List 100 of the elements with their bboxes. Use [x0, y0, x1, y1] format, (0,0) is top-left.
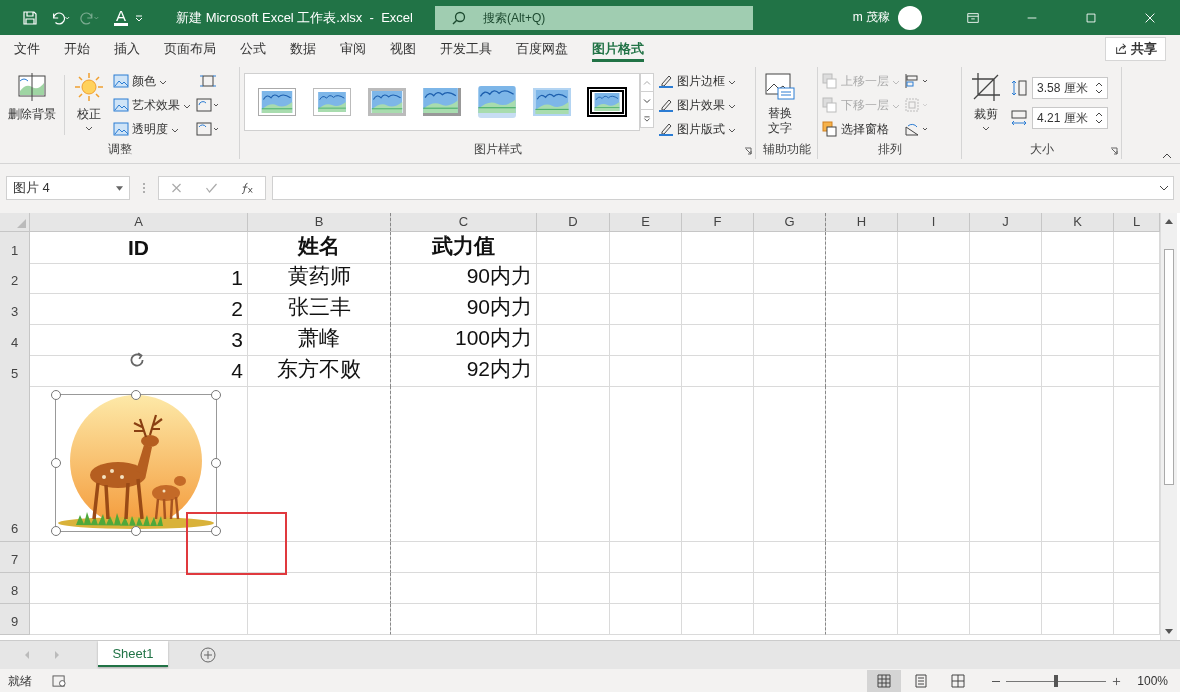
table-cell — [754, 293, 826, 325]
sheet-tab[interactable]: Sheet1 — [98, 641, 168, 667]
scroll-down-icon[interactable] — [1165, 629, 1173, 634]
picture-style-thumbnail[interactable] — [258, 88, 296, 116]
corrections-button[interactable]: 校正 — [69, 69, 109, 133]
spinner-arrows-icon[interactable] — [1095, 81, 1103, 95]
resize-handle[interactable] — [211, 458, 221, 468]
ribbon-tab[interactable]: 页面布局 — [152, 35, 228, 63]
font-color-button[interactable]: A — [114, 9, 128, 26]
customize-caret-icon[interactable] — [134, 12, 144, 23]
row-header[interactable]: 3 — [0, 293, 30, 325]
dropdown-caret-icon[interactable] — [116, 185, 123, 191]
add-sheet-icon[interactable] — [200, 647, 216, 663]
scrollbar-thumb[interactable] — [1164, 249, 1174, 485]
resize-handle[interactable] — [211, 526, 221, 536]
height-spinner[interactable]: 3.58 厘米 — [1032, 77, 1108, 99]
window-title: 新建 Microsoft Excel 工作表.xlsx - Excel — [176, 9, 413, 26]
row-header[interactable]: 6 — [0, 386, 30, 542]
ribbon-menu-button[interactable]: 颜色 — [113, 71, 191, 91]
column-header[interactable]: G — [754, 213, 826, 231]
scroll-up-icon[interactable] — [1165, 219, 1173, 224]
cancel-icon[interactable] — [170, 182, 184, 194]
save-icon[interactable] — [20, 9, 40, 26]
ribbon-tab[interactable]: 开发工具 — [428, 35, 504, 63]
enter-icon[interactable] — [205, 182, 219, 194]
accessibility-icon[interactable] — [52, 674, 67, 688]
resize-handle[interactable] — [131, 526, 141, 536]
picture-style-thumbnail[interactable] — [368, 88, 406, 116]
column-header[interactable]: D — [537, 213, 610, 231]
ribbon-tab[interactable]: 审阅 — [328, 35, 378, 63]
insert-function-icon[interactable] — [240, 182, 254, 194]
share-button[interactable]: 共享 — [1105, 37, 1166, 61]
rotate-handle-icon[interactable] — [128, 351, 146, 369]
remove-background-button[interactable]: 删除背景 — [4, 69, 60, 125]
row-header[interactable]: 8 — [0, 573, 30, 604]
resize-handle[interactable] — [211, 390, 221, 400]
resize-handle[interactable] — [51, 526, 61, 536]
ribbon-menu-button[interactable]: 图片效果 — [658, 95, 736, 115]
ribbon-tab[interactable]: 插入 — [102, 35, 152, 63]
avatar-circle[interactable] — [898, 5, 922, 30]
table-cell — [1042, 293, 1114, 325]
resize-handle[interactable] — [51, 390, 61, 400]
zoom-level[interactable]: 100% — [1137, 674, 1168, 688]
search-field[interactable]: 搜索(Alt+Q) — [434, 5, 753, 30]
grid-icon — [877, 674, 892, 688]
column-header[interactable]: A — [30, 213, 248, 231]
vertical-scrollbar[interactable] — [1160, 213, 1177, 640]
collapse-ribbon-icon[interactable] — [1162, 153, 1172, 159]
column-header[interactable]: E — [610, 213, 682, 231]
resize-handle[interactable] — [51, 458, 61, 468]
ribbon-tab[interactable]: 开始 — [52, 35, 102, 63]
ribbon-menu-button[interactable]: 透明度 — [113, 119, 191, 139]
picture-style-thumbnail[interactable] — [313, 88, 351, 116]
spinner-arrows-icon[interactable] — [1095, 111, 1103, 125]
maximize-icon[interactable] — [1084, 10, 1098, 25]
ribbon-menu-button[interactable]: 艺术效果 — [113, 95, 191, 115]
ribbon-menu-button[interactable]: 图片版式 — [658, 119, 736, 139]
column-header[interactable]: C — [390, 213, 537, 231]
drag-handle-icon[interactable] — [142, 182, 146, 194]
gallery-more-button[interactable] — [640, 109, 654, 128]
ribbon-menu-button[interactable]: 图片边框 — [658, 71, 736, 91]
crop-button[interactable]: 裁剪 — [966, 69, 1006, 133]
formula-input[interactable] — [272, 176, 1174, 200]
alt-text-button[interactable]: 替换文字 — [760, 69, 800, 138]
table-cell — [610, 573, 682, 604]
column-header[interactable]: H — [825, 213, 898, 231]
ribbon-display-icon[interactable] — [966, 10, 980, 25]
column-header[interactable]: F — [682, 213, 754, 231]
column-header[interactable]: K — [1042, 213, 1114, 231]
user-name[interactable]: m 茂稼 — [852, 9, 890, 26]
ribbon-tab[interactable]: 数据 — [278, 35, 328, 63]
picture-style-thumbnail[interactable] — [587, 87, 627, 117]
row-header[interactable]: 9 — [0, 604, 30, 635]
picture-style-thumbnail[interactable] — [423, 88, 461, 116]
ribbon-tab[interactable]: 视图 — [378, 35, 428, 63]
resize-handle[interactable] — [131, 390, 141, 400]
ribbon-tab[interactable]: 图片格式 — [580, 35, 656, 63]
width-spinner[interactable]: 4.21 厘米 — [1032, 107, 1108, 129]
row-header[interactable]: 1 — [0, 232, 30, 264]
row-header[interactable]: 5 — [0, 355, 30, 387]
row-header[interactable]: 2 — [0, 262, 30, 294]
column-header[interactable]: B — [248, 213, 391, 231]
dialog-launcher-icon[interactable] — [744, 147, 752, 155]
zoom-in-icon[interactable] — [1112, 676, 1122, 686]
column-header[interactable]: I — [898, 213, 970, 231]
align-icon[interactable] — [904, 73, 930, 89]
column-header[interactable]: J — [970, 213, 1042, 231]
undo-icon[interactable] — [50, 9, 70, 26]
ribbon-tab[interactable]: 文件 — [2, 35, 52, 63]
rotate-icon[interactable] — [904, 121, 930, 137]
ribbon-menu-button[interactable]: 选择窗格 — [822, 119, 900, 139]
dialog-launcher-icon[interactable] — [1110, 147, 1118, 155]
ribbon-tab[interactable]: 百度网盘 — [504, 35, 580, 63]
deer-picture[interactable] — [56, 395, 216, 531]
row-header[interactable]: 7 — [0, 542, 30, 573]
expand-caret-icon[interactable] — [1159, 185, 1169, 191]
name-box[interactable]: 图片 4 — [6, 176, 130, 200]
ribbon-tab[interactable]: 公式 — [228, 35, 278, 63]
row-header[interactable]: 4 — [0, 324, 30, 356]
normal-view-button[interactable] — [867, 670, 902, 692]
